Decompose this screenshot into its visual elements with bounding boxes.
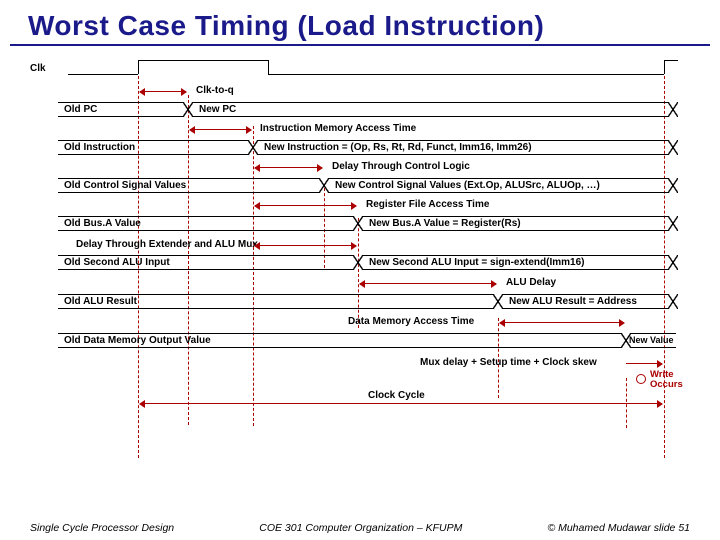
x-instr: [248, 140, 258, 155]
dm-new-label: New Value: [629, 335, 674, 345]
x-ctrl: [319, 178, 329, 193]
arrow-imem: [190, 129, 251, 130]
arrow-clock-cycle: [140, 403, 662, 404]
label-regfile: Register File Access Time: [366, 199, 489, 210]
instr-new-label: New Instruction = (Op, Rs, Rt, Rd, Funct…: [264, 142, 532, 153]
bus-instr-old: Old Instruction: [58, 140, 248, 155]
x-pc: [183, 102, 193, 117]
row-pc: Old PC New PC: [28, 102, 692, 124]
arrow-clk-to-q: [140, 91, 186, 92]
instr-old-label: Old Instruction: [64, 142, 135, 153]
alu-old-label: Old ALU Result: [64, 296, 137, 307]
bus-ctrl-new: New Control Signal Values (Ext.Op, ALUSr…: [329, 178, 668, 193]
footer-center: COE 301 Computer Organization – KFUPM: [259, 522, 462, 534]
alu2-new-label: New Second ALU Input = sign-extend(Imm16…: [369, 257, 585, 268]
write-occurs-label: WriteOccurs: [650, 370, 683, 389]
row-alu-result: Old ALU Result New ALU Result = Address: [28, 294, 692, 316]
busa-old-label: Old Bus.A Value: [64, 218, 141, 229]
ctrl-new-label: New Control Signal Values (Ext.Op, ALUSr…: [335, 180, 600, 191]
bus-busa-old: Old Bus.A Value: [58, 216, 353, 231]
x-alu: [493, 294, 503, 309]
alu2-old-label: Old Second ALU Input: [64, 257, 170, 268]
row-busa: Old Bus.A Value New Bus.A Value = Regist…: [28, 216, 692, 238]
label-alu-delay: ALU Delay: [506, 277, 556, 288]
dm-old-label: Old Data Memory Output Value: [64, 335, 211, 346]
bus-alu2-old: Old Second ALU Input: [58, 255, 353, 270]
arrow-ctrl: [255, 167, 322, 168]
label-ctrl-delay: Delay Through Control Logic: [332, 161, 470, 172]
arrow-mux-setup: [626, 363, 662, 364]
label-clk-to-q: Clk-to-q: [196, 85, 234, 96]
bus-pc-old: Old PC: [58, 102, 183, 117]
label-mux-setup: Mux delay + Setup time + Clock skew: [420, 357, 597, 368]
bus-instr-new: New Instruction = (Op, Rs, Rt, Rd, Funct…: [258, 140, 668, 155]
bus-alu2-new: New Second ALU Input = sign-extend(Imm16…: [363, 255, 668, 270]
alu-new-label: New ALU Result = Address: [509, 296, 637, 307]
bus-busa-new: New Bus.A Value = Register(Rs): [363, 216, 668, 231]
row-instr: Old Instruction New Instruction = (Op, R…: [28, 140, 692, 162]
label-imem: Instruction Memory Access Time: [260, 123, 416, 134]
bus-dm-new: New Value: [631, 333, 676, 348]
arrow-dmem: [500, 322, 624, 323]
clk-label: Clk: [30, 63, 46, 74]
arrow-regfile: [255, 205, 356, 206]
x-alu2: [353, 255, 363, 270]
slide-footer: Single Cycle Processor Design COE 301 Co…: [0, 522, 720, 534]
label-dmem: Data Memory Access Time: [348, 316, 474, 327]
label-ext-mux: Delay Through Extender and ALU Mux: [76, 239, 258, 250]
arrow-alu: [360, 283, 496, 284]
bus-alu-old: Old ALU Result: [58, 294, 493, 309]
row-dmem: Old Data Memory Output Value New Value: [28, 333, 692, 355]
bus-alu-new: New ALU Result = Address: [503, 294, 668, 309]
label-clock-cycle: Clock Cycle: [368, 390, 425, 401]
timing-diagram: Clk Clk-to-q Old PC New PC Instruction M…: [28, 58, 692, 478]
pc-old-label: Old PC: [64, 104, 97, 115]
slide-title: Worst Case Timing (Load Instruction): [10, 0, 710, 46]
footer-right: © Muhamed Mudawar slide 51: [547, 522, 690, 534]
bus-ctrl-old: Old Control Signal Values: [58, 178, 319, 193]
bus-pc-new: New PC: [193, 102, 668, 117]
ctrl-old-label: Old Control Signal Values: [64, 180, 186, 191]
clk-wave: [68, 74, 138, 75]
bus-dm-old: Old Data Memory Output Value: [58, 333, 621, 348]
busa-new-label: New Bus.A Value = Register(Rs): [369, 218, 521, 229]
write-occurs-marker: [636, 374, 646, 384]
arrow-ext-mux: [255, 245, 356, 246]
footer-left: Single Cycle Processor Design: [30, 522, 174, 534]
row-clk: Clk: [28, 60, 692, 82]
pc-new-label: New PC: [199, 104, 236, 115]
row-alu2: Old Second ALU Input New Second ALU Inpu…: [28, 255, 692, 277]
x-busa: [353, 216, 363, 231]
row-ctrl: Old Control Signal Values New Control Si…: [28, 178, 692, 200]
